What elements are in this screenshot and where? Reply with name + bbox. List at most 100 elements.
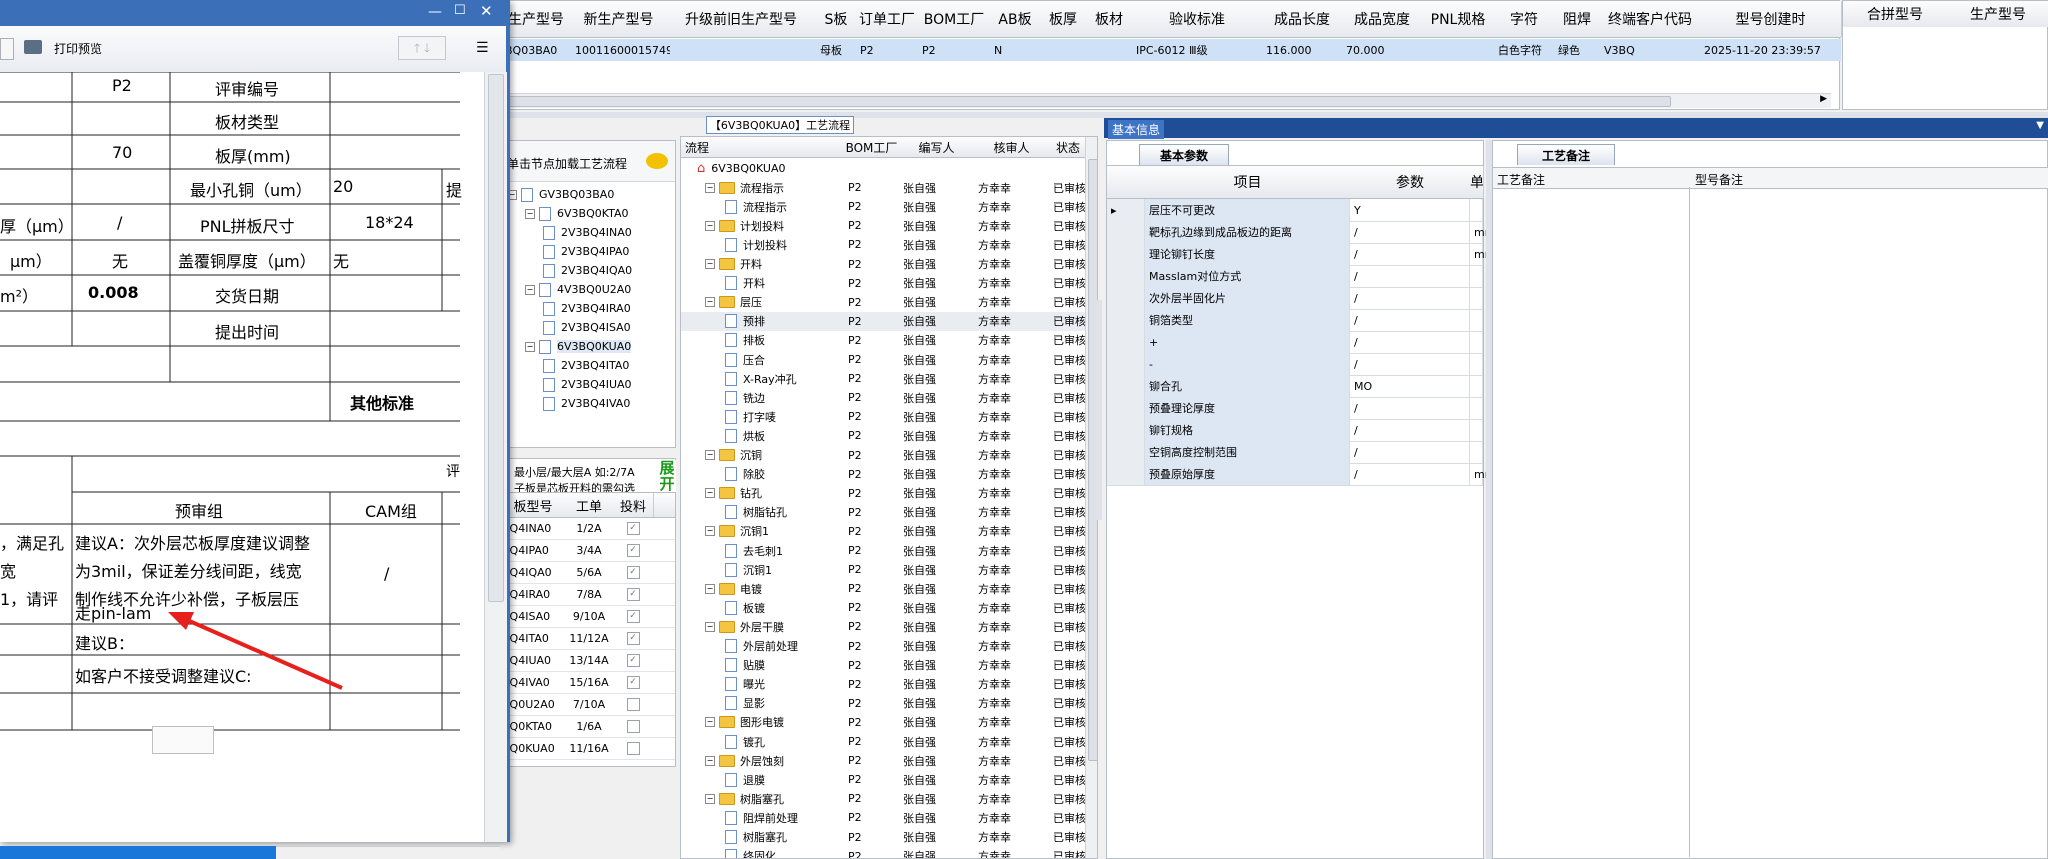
flow-row[interactable]: 预排 P2 张自强 方幸幸 已审核 [681,311,1087,331]
tree-node[interactable]: 2V3BQ4IVA0 [501,394,630,413]
tree-node[interactable]: 2V3BQ4IRA0 [501,299,631,318]
flow-row[interactable]: − 树脂塞孔 P2 张自强 方幸幸 已审核 [681,789,1087,808]
param-value[interactable]: / [1350,287,1470,309]
flow-row[interactable]: − 开料 P2 张自强 方幸幸 已审核 [681,255,1087,274]
collapse-chevron-icon[interactable]: ▼ [2036,120,2044,131]
layer-table-row[interactable]: BQ0U2A0 7/10A [501,693,675,716]
param-value[interactable]: / [1350,397,1470,419]
top-cell-4[interactable]: P2 [856,39,922,61]
top-cell-9[interactable]: IPC-6012 Ⅲ级 [1132,39,1266,61]
param-row[interactable]: 铆钉规格 / [1107,419,1483,442]
top-header-col-10[interactable]: 成品长度 [1262,1,1343,37]
flow-row[interactable]: − 钻孔 P2 张自强 方幸幸 已审核 [681,484,1087,503]
feed-checkbox[interactable]: ✓ [626,543,640,557]
top-header-col-6[interactable]: AB板 [990,1,1041,37]
top-header-col-15[interactable]: 终端客户代码 [1600,1,1701,37]
print-preview-button[interactable]: 打印预览 [54,40,102,57]
collapse-icon[interactable]: − [525,284,535,295]
splitter-handle-left[interactable] [1096,300,1102,520]
feed-checkbox[interactable] [626,741,640,755]
flow-row[interactable]: 退膜 P2 张自强 方幸幸 已审核 [681,770,1087,789]
feed-checkbox[interactable]: ✓ [626,631,640,645]
top-cell-11[interactable]: 70.000 [1342,39,1426,61]
preview-titlebar[interactable]: — ☐ ✕ [0,0,506,26]
collapse-icon[interactable]: − [705,717,715,728]
top-header-col-8[interactable]: 板材 [1086,1,1133,37]
feed-checkbox[interactable]: ✓ [626,609,640,623]
feed-checkbox[interactable] [626,697,640,711]
process-remarks-textarea[interactable] [1493,187,1690,857]
top-header-col-7[interactable]: 板厚 [1040,1,1087,37]
tree-node[interactable]: 2V3BQ4IPA0 [501,242,629,261]
param-value[interactable]: / [1350,463,1470,485]
flow-row[interactable]: − 外层蚀刻 P2 张自强 方幸幸 已审核 [681,751,1087,770]
flow-row[interactable]: − 沉铜 P2 张自强 方幸幸 已审核 [681,446,1087,465]
top-cell-2[interactable] [666,39,820,61]
param-row[interactable]: 铜箔类型 / [1107,309,1483,332]
param-value[interactable]: / [1350,419,1470,441]
printer-icon[interactable] [24,40,42,54]
layer-table-row[interactable]: BQ4IQA0 5/6A ✓ [501,561,675,584]
tree-node[interactable]: − 4V3BQ0U2A0 [501,280,631,299]
top-header-col-0[interactable]: 生产型号 [501,1,572,37]
preview-vscroll-thumb[interactable] [488,74,504,602]
tree-node[interactable]: 2V3BQ4INA0 [501,223,632,242]
top-header-col-11[interactable]: 成品宽度 [1342,1,1423,37]
param-row[interactable]: + / [1107,331,1483,354]
basic-params-tab[interactable]: 基本参数 [1139,144,1229,165]
top-header-col-5[interactable]: BOM工厂 [918,1,991,37]
param-value[interactable]: / [1350,331,1470,353]
param-row[interactable]: 理论铆钉长度 / mm [1107,243,1495,266]
flow-row[interactable]: − 层压 P2 张自强 方幸幸 已审核 [681,293,1087,312]
collapse-icon[interactable]: − [705,182,715,193]
flow-row[interactable]: 除胶 P2 张自强 方幸幸 已审核 [681,465,1087,484]
tree-node[interactable]: 2V3BQ4ITA0 [501,356,629,375]
param-value[interactable]: / [1350,221,1470,243]
param-row[interactable]: 铆合孔 MO [1107,375,1483,398]
flow-row[interactable]: 树脂钻孔 P2 张自强 方幸幸 已审核 [681,503,1087,522]
top-cell-3[interactable]: 母板 [816,39,860,61]
flow-row[interactable]: 树脂塞孔 P2 张自强 方幸幸 已审核 [681,828,1087,847]
feed-checkbox[interactable]: ✓ [626,675,640,689]
flow-row[interactable]: 镀孔 P2 张自强 方幸幸 已审核 [681,732,1087,751]
layer-table-row[interactable]: BQ4IRA0 7/8A ✓ [501,583,675,606]
top-cell-5[interactable]: P2 [918,39,994,61]
param-value[interactable]: / [1350,353,1470,375]
layer-table-row[interactable]: BQ4IPA0 3/4A ✓ [501,539,675,562]
collapse-icon[interactable]: − [705,220,715,231]
top-cell-8[interactable] [1086,39,1136,61]
flow-root-node[interactable]: ⌂ 6V3BQ0KUA0 [681,159,785,178]
param-row[interactable]: 次外层半固化片 / [1107,287,1483,310]
expand-button[interactable]: 展开 [658,460,676,494]
top-grid-selected-row[interactable]: BQ03BA0 10011600015749 母板 P2 P2 N IPC-6012 Ⅲ级 1… [501,39,1841,61]
minimize-icon[interactable]: — [428,4,442,20]
param-value[interactable]: MO [1350,375,1470,397]
flow-row[interactable]: 排板 P2 张自强 方幸幸 已审核 [681,331,1087,350]
top-cell-13[interactable]: 白色字符 [1494,39,1558,61]
menu-icon[interactable]: ☰ [476,40,489,56]
param-row[interactable]: 预叠原始厚度 / mm [1107,463,1495,486]
layer-table-row[interactable]: BQ4INA0 1/2A ✓ [501,517,675,540]
tree-node[interactable]: − 6V3BQ0KUA0 [501,337,632,356]
collapse-icon[interactable]: − [705,297,715,308]
layer-table-row[interactable]: BQ4ITA0 11/12A ✓ [501,627,675,650]
flow-row[interactable]: 铣边 P2 张自强 方幸幸 已审核 [681,388,1087,407]
flow-row[interactable]: 曝光 P2 张自强 方幸幸 已审核 [681,675,1087,694]
top-cell-12[interactable] [1422,39,1498,61]
top-header-col-16[interactable]: 型号创建时 [1700,1,1842,37]
flow-row[interactable]: 流程指示 P2 张自强 方幸幸 已审核 [681,197,1087,216]
collapse-icon[interactable]: − [705,488,715,499]
flow-row[interactable]: 计划投料 P2 张自强 方幸幸 已审核 [681,235,1087,254]
hscroll-thumb[interactable] [505,96,1671,107]
flow-row[interactable]: 开料 P2 张自强 方幸幸 已审核 [681,274,1087,293]
collapse-icon[interactable]: − [705,450,715,460]
feed-checkbox[interactable]: ✓ [626,565,640,579]
tree-node[interactable]: − GV3BQ03BA0 [501,185,614,204]
flow-row[interactable]: 打字唛 P2 张自强 方幸幸 已审核 [681,407,1087,426]
comment-bubble-icon[interactable] [646,153,668,169]
collapse-icon[interactable]: − [525,208,535,219]
flow-row[interactable]: 显影 P2 张自强 方幸幸 已审核 [681,694,1087,713]
feed-checkbox[interactable]: ✓ [626,653,640,667]
flow-row[interactable]: − 外层干膜 P2 张自强 方幸幸 已审核 [681,617,1087,636]
flow-row[interactable]: 终固化 P2 张自强 方幸幸 已审核 [681,847,1087,858]
